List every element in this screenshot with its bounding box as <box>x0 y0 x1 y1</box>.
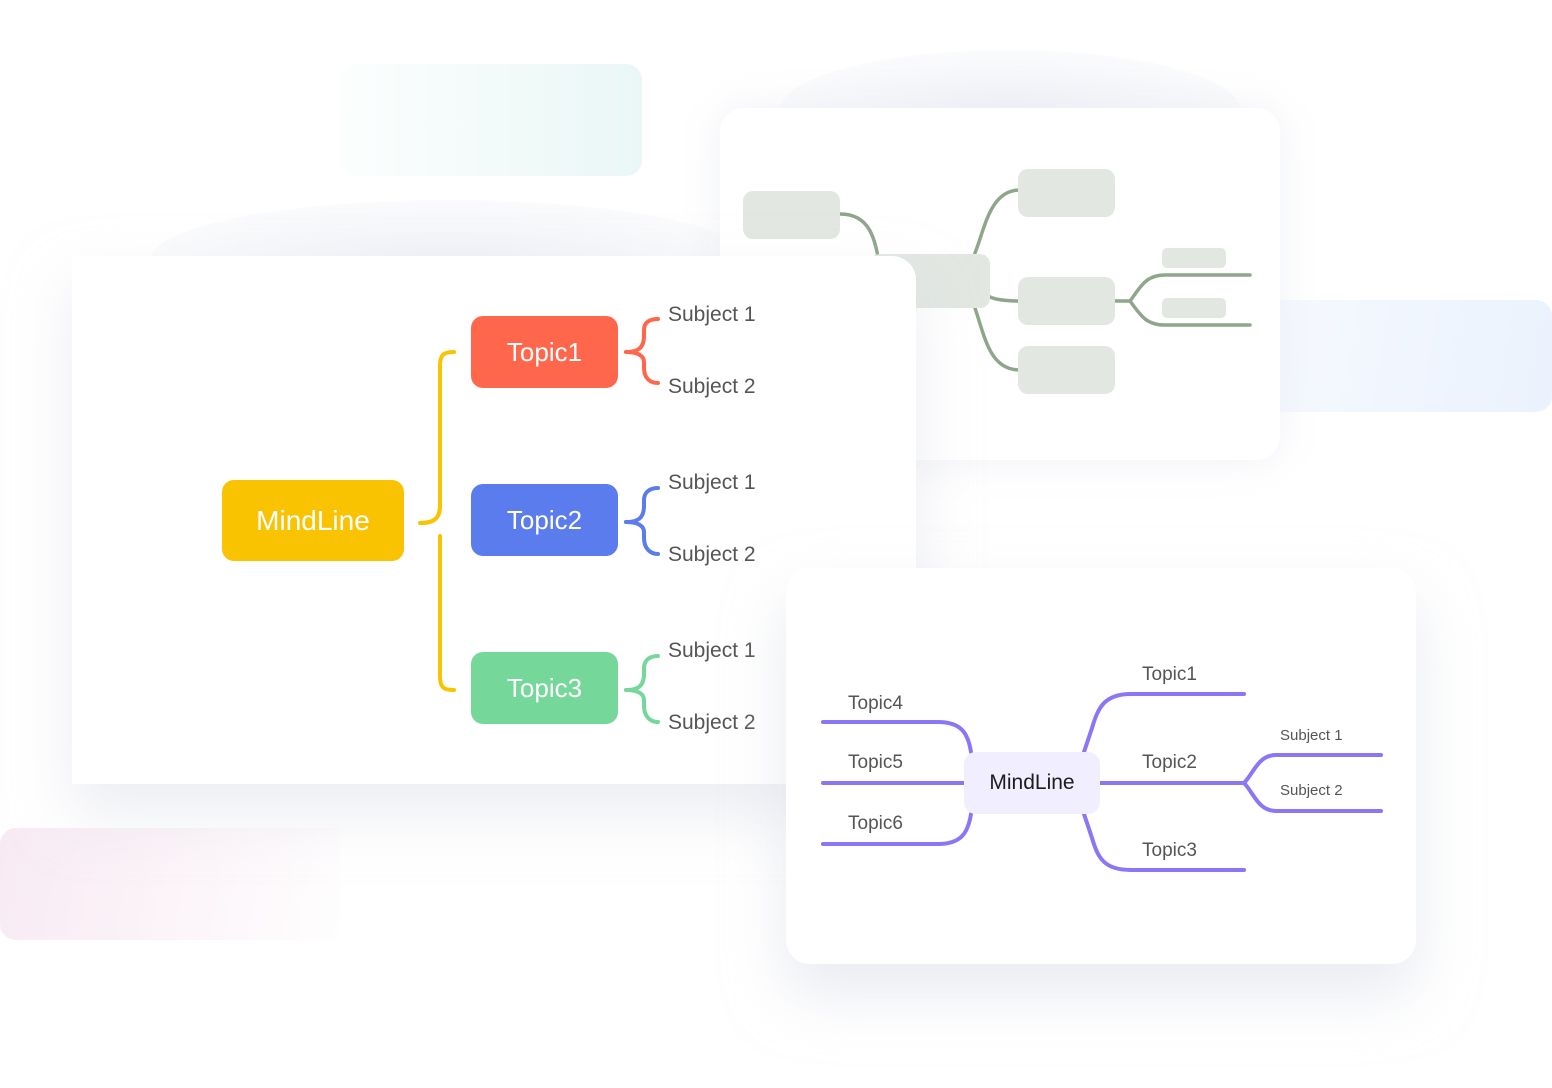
ghost-node <box>1018 277 1115 325</box>
decorative-teal-panel <box>340 64 642 176</box>
ghost-node <box>1162 298 1226 318</box>
topic-label[interactable]: Topic1 <box>1142 664 1197 686</box>
topic4-line <box>821 720 973 754</box>
subject-label[interactable]: Subject 2 <box>668 543 756 567</box>
ghost-node <box>1162 248 1226 268</box>
topic-node-label: Topic3 <box>506 672 583 703</box>
root-node-label: MindLine <box>256 504 370 536</box>
subject-label[interactable]: Subject 2 <box>668 375 756 399</box>
ghost-node <box>1018 169 1115 217</box>
root-brace-bottom <box>438 534 456 692</box>
subject-label[interactable]: Subject 1 <box>668 639 756 663</box>
root-brace-tip <box>420 504 442 525</box>
subject-label[interactable]: Subject 2 <box>668 711 756 735</box>
ghost-node <box>1018 346 1115 394</box>
ghost-connector <box>973 306 1022 372</box>
topic-label[interactable]: Topic4 <box>848 693 903 715</box>
topic-label[interactable]: Topic6 <box>848 813 903 835</box>
topic-node-3[interactable]: Topic3 <box>471 652 618 724</box>
topic3-brace <box>624 688 660 724</box>
decorative-blue-panel <box>1276 300 1552 412</box>
root-node[interactable]: MindLine <box>964 752 1100 814</box>
topic1-brace <box>624 317 660 354</box>
topic-label[interactable]: Topic5 <box>848 752 903 774</box>
topic3-brace <box>624 654 660 692</box>
topic-node-label: Topic2 <box>506 504 583 535</box>
subject-label[interactable]: Subject 1 <box>668 471 756 495</box>
topic2-brace <box>624 520 660 556</box>
topic2-brace <box>624 486 660 524</box>
ghost-connector <box>973 188 1022 255</box>
root-brace-top <box>418 350 456 525</box>
subject-label[interactable]: Subject 1 <box>1280 727 1343 744</box>
topic-node-2[interactable]: Topic2 <box>471 484 618 556</box>
ghost-node <box>743 191 840 239</box>
topic1-line <box>1082 692 1246 754</box>
topic-node-1[interactable]: Topic1 <box>471 316 618 388</box>
root-node[interactable]: MindLine <box>222 480 404 561</box>
subject1-line <box>1242 753 1383 785</box>
line-mindmap-card: MindLine Topic1 Topic2 Topic3 Topic4 Top… <box>786 568 1416 964</box>
subject-label[interactable]: Subject 1 <box>668 303 756 327</box>
topic-label[interactable]: Topic3 <box>1142 840 1197 862</box>
topic-node-label: Topic1 <box>506 336 583 367</box>
subject-label[interactable]: Subject 2 <box>1280 782 1343 799</box>
topic1-brace <box>624 350 660 385</box>
topic-label[interactable]: Topic2 <box>1142 752 1197 774</box>
decorative-pink-panel <box>0 828 340 940</box>
root-node-label: MindLine <box>989 771 1075 794</box>
